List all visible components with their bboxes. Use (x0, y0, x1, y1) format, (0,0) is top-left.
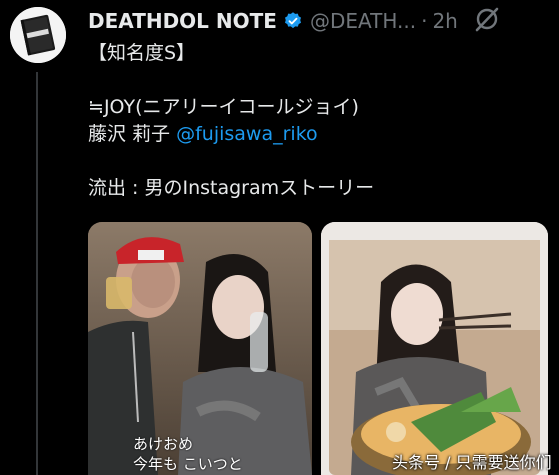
verified-badge-icon (284, 12, 301, 29)
photo-right[interactable] (321, 222, 548, 475)
avatar[interactable] (10, 7, 66, 63)
photo-left[interactable]: あけおめ 今年も こいつと (88, 222, 312, 475)
caption-line: あけおめ (133, 435, 194, 453)
separator-dot: · (421, 9, 428, 33)
watermark: 头条号 / 只需要送你们 (392, 453, 552, 472)
person-name: 藤沢 莉子 (88, 123, 177, 145)
tweet-body: 【知名度S】 ≒JOY(ニアリーイコールジョイ) 藤沢 莉子 @fujisawa… (88, 40, 374, 202)
caption-line: 今年も こいつと (133, 455, 243, 473)
grok-icon[interactable] (474, 6, 500, 32)
tweet-line-with-mention: 藤沢 莉子 @fujisawa_riko (88, 121, 374, 148)
thread-line (36, 72, 38, 475)
media-grid: あけおめ 今年も こいつと (88, 222, 548, 475)
tweet-line: 【知名度S】 (88, 42, 196, 64)
tweet-line: 流出 : 男のInstagramストーリー (88, 177, 375, 199)
tweet-header: DEATHDOL NOTE @DEATH... · 2h (88, 6, 458, 36)
notebook-avatar-icon (10, 7, 66, 63)
tweet-line: ≒JOY(ニアリーイコールジョイ) (88, 96, 359, 118)
author-handle[interactable]: @DEATH... (310, 9, 416, 33)
mention-link[interactable]: @fujisawa_riko (176, 123, 318, 145)
tweet-card[interactable]: DEATHDOL NOTE @DEATH... · 2h 【知名度S】 ≒JOY… (0, 0, 559, 475)
author-name[interactable]: DEATHDOL NOTE (88, 9, 277, 33)
timestamp[interactable]: 2h (432, 9, 457, 33)
photo-image (321, 222, 548, 475)
photo-caption: あけおめ 今年も こいつと (133, 434, 243, 474)
